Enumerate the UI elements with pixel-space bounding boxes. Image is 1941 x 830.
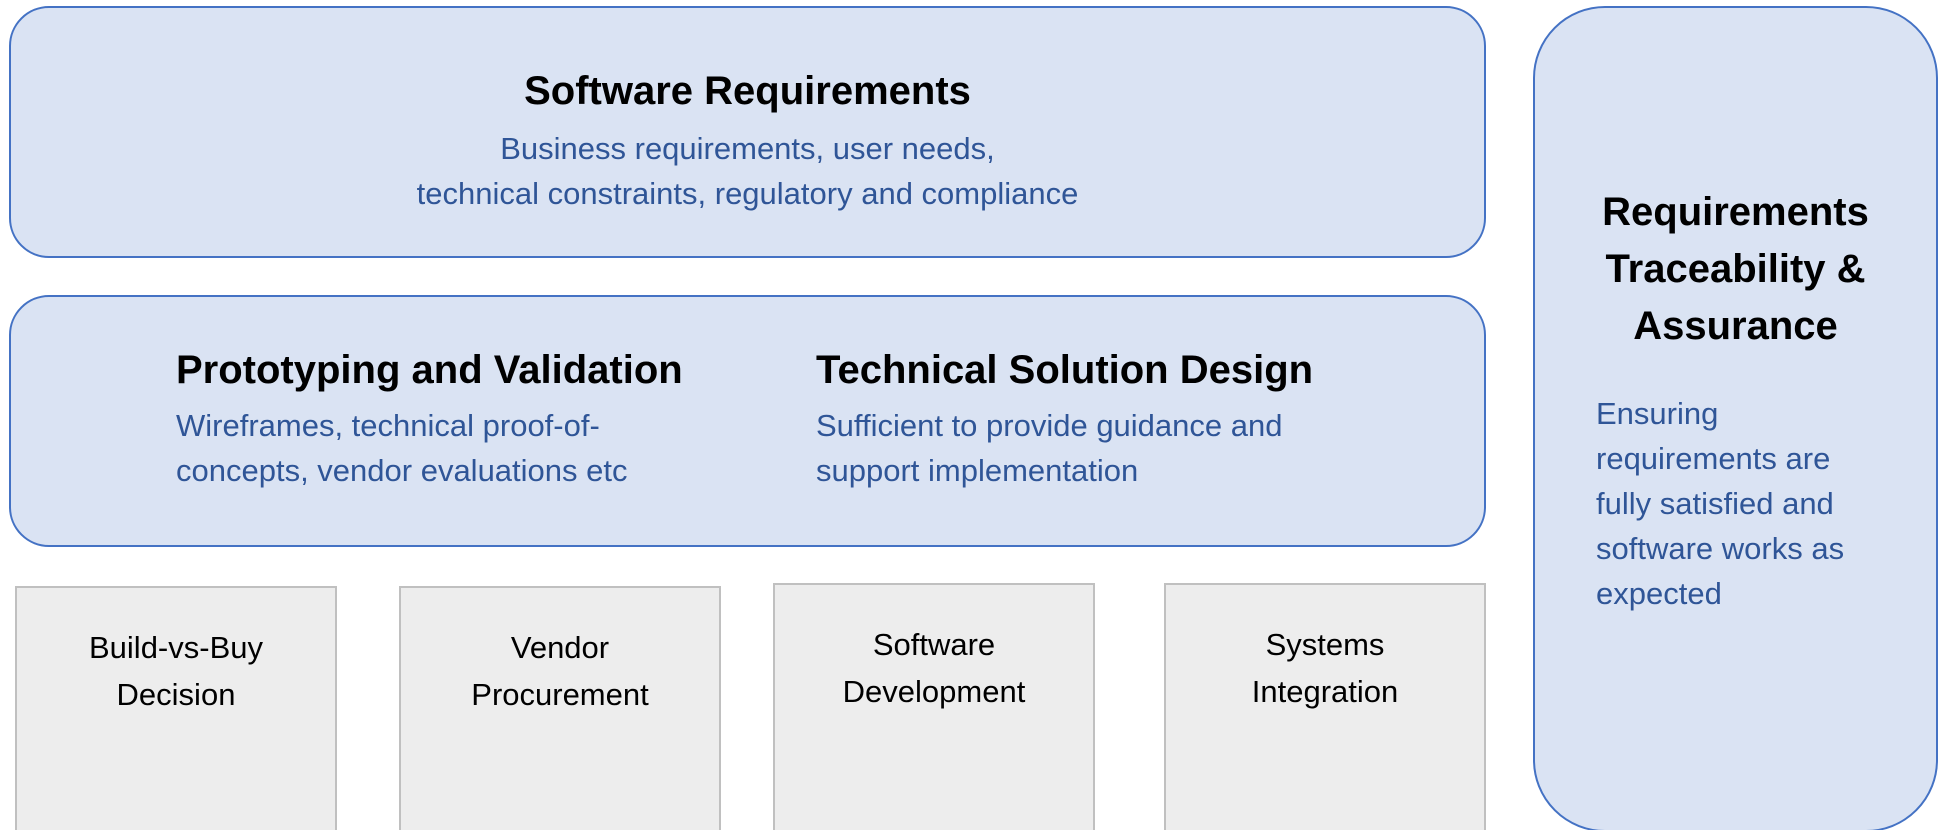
activity-label: Systems Integration [1251,627,1399,709]
software-requirements-description: Business requirements, user needs, techn… [416,131,1079,211]
prototyping-block: Prototyping and Validation Wireframes, t… [176,345,776,493]
prototyping-description: Wireframes, technical proof-of- concepts… [176,408,628,488]
technical-design-description: Sufficient to provide guidance and suppo… [816,408,1283,488]
activity-label: Vendor Procurement [471,630,649,712]
software-requirements-title: Software Requirements [524,69,971,113]
activity-box-software-development: Software Development [773,583,1095,830]
activity-label: Software Development [842,627,1026,709]
technical-design-title: Technical Solution Design [816,348,1314,392]
activity-box-systems-integration: Systems Integration [1164,583,1486,830]
technical-design-block: Technical Solution Design Sufficient to … [816,345,1436,493]
traceability-panel: Requirements Traceability & Assurance En… [1533,6,1938,830]
traceability-description: Ensuring requirements are fully satisfie… [1596,396,1845,611]
activity-box-vendor-procurement: Vendor Procurement [399,586,721,830]
software-requirements-panel: Software Requirements Business requireme… [9,6,1486,258]
activity-box-build-vs-buy: Build-vs-Buy Decision [15,586,337,830]
activity-label: Build-vs-Buy Decision [89,630,263,712]
design-panel: Prototyping and Validation Wireframes, t… [9,295,1486,547]
traceability-title: Requirements Traceability & Assurance [1602,190,1869,348]
prototyping-title: Prototyping and Validation [176,348,683,392]
